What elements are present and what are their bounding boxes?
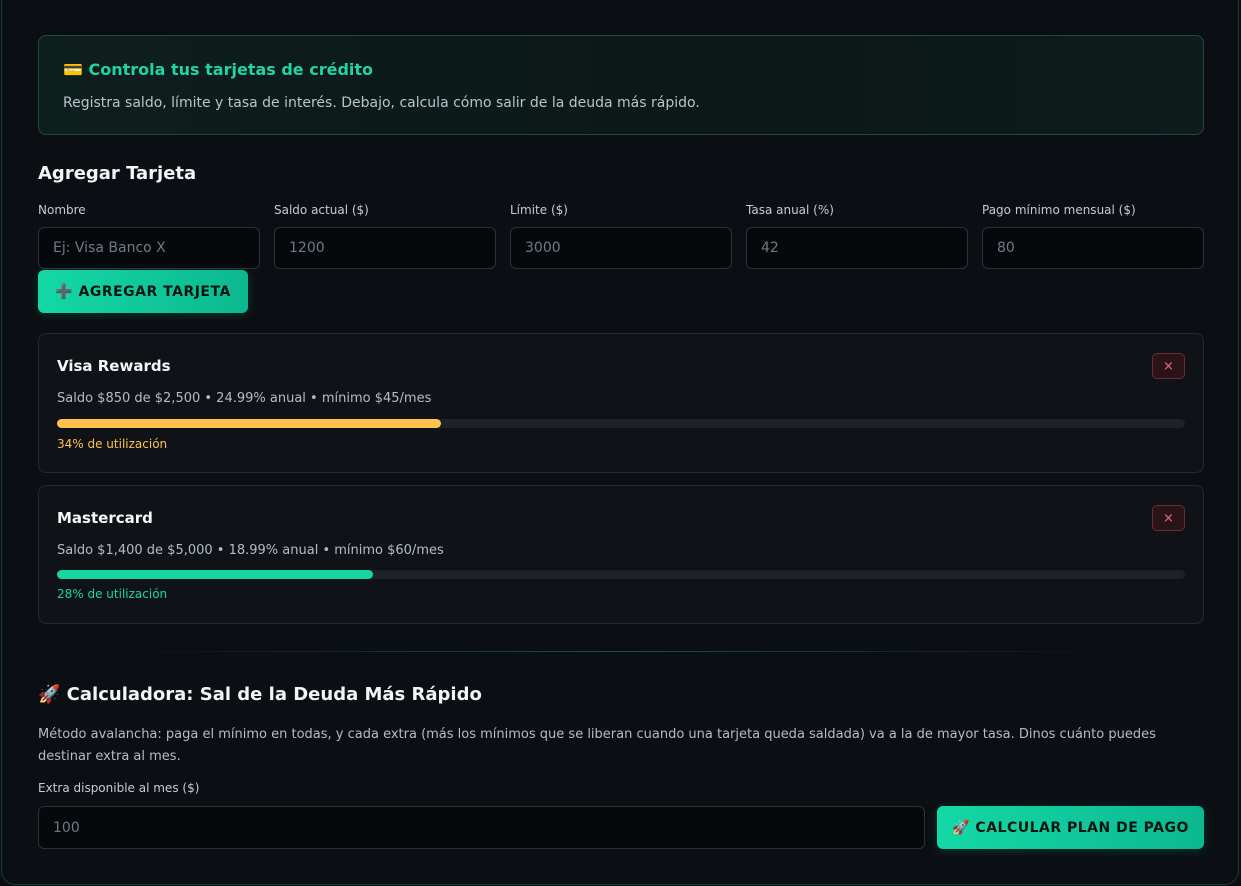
close-icon: × [1163, 358, 1174, 374]
balance-label: Saldo actual ($) [274, 203, 369, 217]
limit-label: Límite ($) [510, 203, 568, 217]
calculate-plan-button[interactable]: 🚀 CALCULAR PLAN DE PAGO [937, 806, 1204, 849]
banner-text: Registra saldo, límite y tasa de interés… [63, 95, 700, 111]
calculator-description: Método avalancha: paga el mínimo en toda… [38, 727, 1156, 764]
rate-label: Tasa anual (%) [746, 203, 834, 217]
delete-card-button[interactable]: × [1152, 505, 1185, 531]
card-name: Visa Rewards [57, 357, 171, 375]
utilization-bar-fill [57, 570, 373, 579]
rate-input[interactable]: 42 [746, 227, 968, 269]
card-item: Mastercard × Saldo $1,400 de $5,000 • 18… [38, 485, 1204, 624]
limit-input[interactable]: 3000 [510, 227, 732, 269]
utilization-bar-fill [57, 419, 441, 428]
utilization-bar [57, 419, 1185, 428]
min-payment-label: Pago mínimo mensual ($) [982, 203, 1136, 217]
calculator-title: 🚀 Calculadora: Sal de la Deuda Más Rápid… [38, 684, 482, 705]
balance-input[interactable]: 1200 [274, 227, 496, 269]
card-details: Saldo $850 de $2,500 • 24.99% anual • mí… [57, 391, 432, 406]
min-payment-input[interactable]: 80 [982, 227, 1204, 269]
add-card-button[interactable]: ➕ AGREGAR TARJETA [38, 270, 248, 313]
name-label: Nombre [38, 203, 86, 217]
name-input[interactable]: Ej: Visa Banco X [38, 227, 260, 269]
extra-label: Extra disponible al mes ($) [38, 781, 200, 795]
add-card-title: Agregar Tarjeta [38, 163, 197, 184]
utilization-text: 34% de utilización [57, 437, 168, 451]
utilization-bar [57, 570, 1185, 579]
extra-input[interactable]: 100 [38, 806, 925, 849]
close-icon: × [1163, 510, 1174, 526]
section-divider [120, 651, 1120, 652]
utilization-text: 28% de utilización [57, 587, 168, 601]
credit-card-icon: 💳 [63, 60, 83, 79]
banner-title: 💳 Controla tus tarjetas de crédito [63, 60, 373, 79]
card-item: Visa Rewards × Saldo $850 de $2,500 • 24… [38, 333, 1204, 473]
banner-title-text: Controla tus tarjetas de crédito [88, 60, 374, 79]
card-details: Saldo $1,400 de $5,000 • 18.99% anual • … [57, 543, 444, 558]
delete-card-button[interactable]: × [1152, 353, 1185, 379]
info-banner: 💳 Controla tus tarjetas de crédito Regis… [38, 35, 1204, 135]
card-name: Mastercard [57, 509, 153, 527]
